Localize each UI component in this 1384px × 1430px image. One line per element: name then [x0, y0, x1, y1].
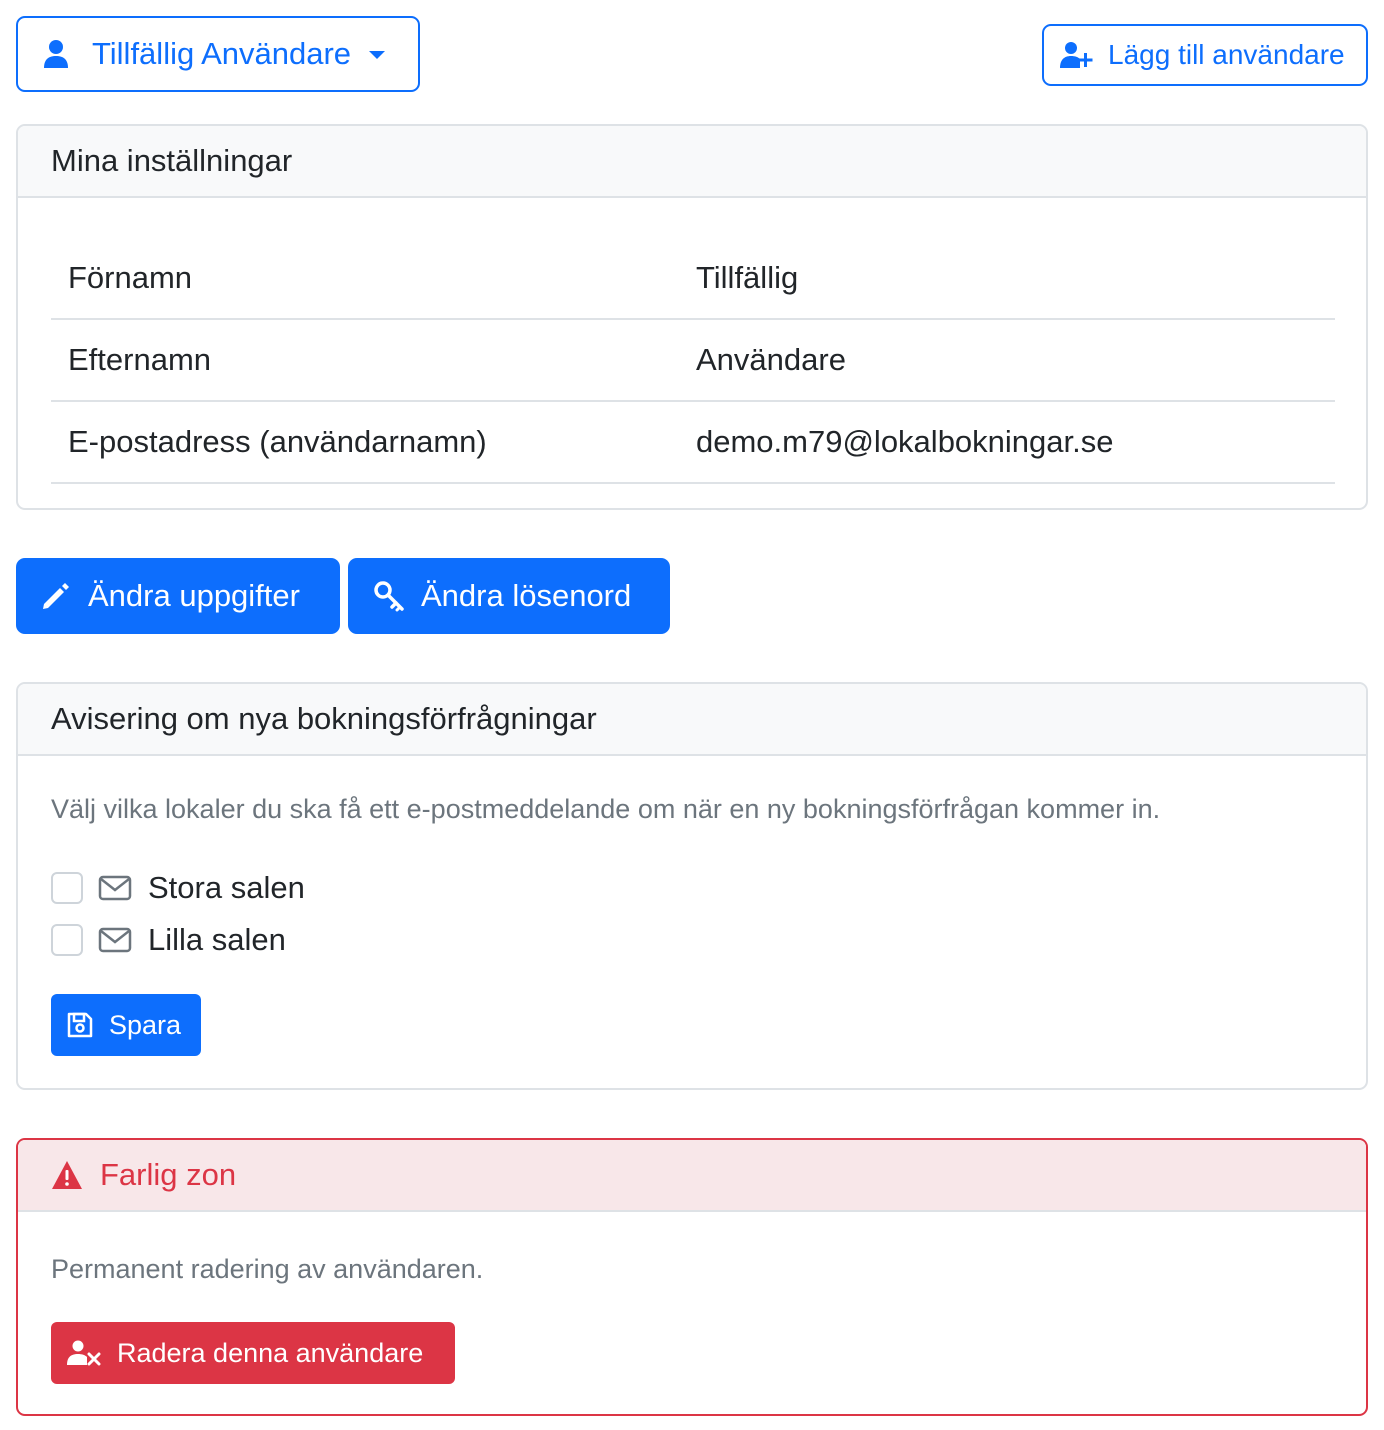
edit-details-button[interactable]: Ändra uppgifter	[16, 558, 340, 634]
envelope-icon	[98, 927, 132, 953]
caret-down-icon	[369, 51, 386, 59]
delete-user-button[interactable]: Radera denna användare	[51, 1322, 455, 1384]
row-label-first-name: Förnamn	[68, 260, 193, 295]
save-button[interactable]: Spara	[51, 994, 201, 1056]
warning-icon	[52, 1161, 82, 1189]
notifications-description: Välj vilka lokaler du ska få ett e-postm…	[51, 794, 1161, 824]
notifications-card: Avisering om nya bokningsförfrågningar V…	[16, 682, 1368, 1090]
key-icon	[374, 581, 404, 612]
envelope-icon	[98, 875, 132, 901]
settings-card-header: Mina inställningar	[18, 126, 1366, 198]
save-label: Spara	[109, 1009, 182, 1040]
user-dropdown-label: Tillfällig Användare	[92, 36, 352, 71]
delete-user-label: Radera denna användare	[117, 1337, 424, 1368]
venue-option-stora-salen[interactable]: Stora salen	[51, 870, 305, 906]
row-value-email: demo.m79@lokalbokningar.se	[696, 424, 1114, 459]
venue-label: Lilla salen	[148, 922, 286, 957]
add-user-button[interactable]: Lägg till användare	[1042, 24, 1368, 86]
danger-zone-title: Farlig zon	[100, 1157, 237, 1192]
venue-checkbox[interactable]	[51, 872, 83, 904]
venue-label: Stora salen	[148, 870, 305, 905]
table-row: E-postadress (användarnamn) demo.m79@lok…	[51, 402, 1335, 484]
venue-option-lilla-salen[interactable]: Lilla salen	[51, 922, 286, 958]
change-password-button[interactable]: Ändra lösenord	[348, 558, 670, 634]
change-password-label: Ändra lösenord	[421, 578, 632, 613]
row-label-last-name: Efternamn	[68, 342, 212, 377]
notifications-card-header: Avisering om nya bokningsförfrågningar	[18, 684, 1366, 756]
row-value-first-name: Tillfällig	[696, 260, 799, 295]
pencil-icon	[43, 583, 69, 609]
danger-zone-header: Farlig zon	[18, 1140, 1366, 1212]
user-plus-icon	[1060, 42, 1093, 68]
user-delete-icon	[67, 1340, 101, 1366]
action-buttons: Ändra uppgifter Ändra lösenord	[16, 558, 670, 634]
danger-zone-card: Farlig zon Permanent radering av använda…	[16, 1138, 1368, 1416]
table-row: Efternamn Användare	[51, 320, 1335, 402]
add-user-label: Lägg till användare	[1108, 39, 1345, 70]
user-dropdown-button[interactable]: Tillfällig Användare	[16, 16, 420, 92]
top-bar: Tillfällig Användare Lägg till användare	[16, 16, 1368, 92]
table-row: Förnamn Tillfällig	[51, 238, 1335, 320]
settings-card: Mina inställningar Förnamn Tillfällig Ef…	[16, 124, 1368, 510]
notifications-title: Avisering om nya bokningsförfrågningar	[51, 701, 597, 736]
edit-details-label: Ändra uppgifter	[88, 578, 300, 613]
row-value-last-name: Användare	[696, 342, 846, 377]
save-icon	[67, 1012, 93, 1038]
user-icon	[44, 40, 68, 68]
row-label-email: E-postadress (användarnamn)	[68, 424, 487, 459]
danger-zone-description: Permanent radering av användaren.	[51, 1254, 484, 1284]
settings-table: Förnamn Tillfällig Efternamn Användare E…	[51, 238, 1335, 484]
settings-title: Mina inställningar	[51, 143, 293, 178]
venue-checkbox[interactable]	[51, 924, 83, 956]
